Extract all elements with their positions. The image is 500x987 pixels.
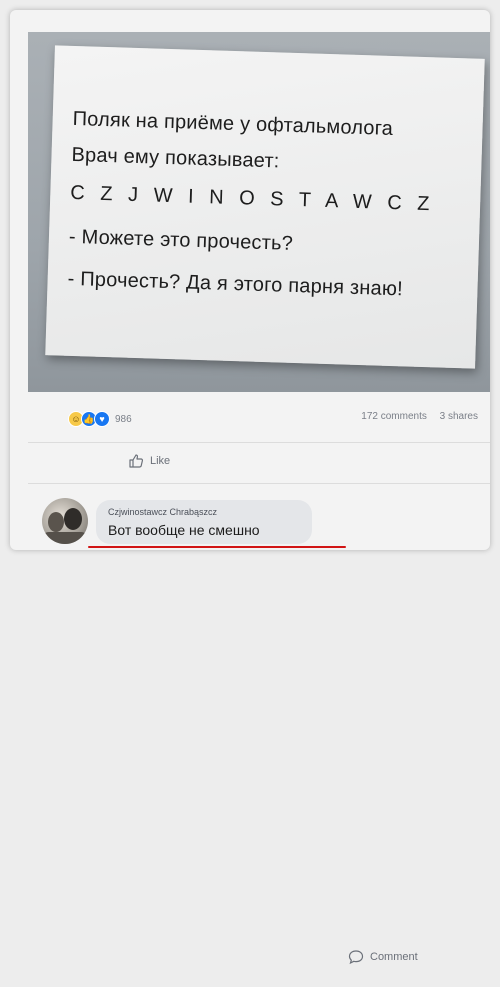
reactions-summary[interactable]: ☺ 👍 ♥ 986 <box>68 411 132 427</box>
like-label: Like <box>150 455 171 467</box>
reaction-count: 986 <box>115 413 132 425</box>
post-photo[interactable]: Поляк на приёме у офтальмолога Врач ему … <box>28 32 490 392</box>
comment-text: Вот вообще не смешно <box>108 522 260 538</box>
thumbs-up-icon <box>129 454 144 468</box>
comment-label: Comment <box>370 951 418 963</box>
paper-note: Поляк на приёме у офтальмолога Врач ему … <box>45 45 485 369</box>
love-icon: ♥ <box>94 411 110 427</box>
note-line-2: Врач ему показывает: <box>71 143 280 173</box>
like-button[interactable]: Like <box>128 453 170 469</box>
comment-button[interactable]: Comment <box>348 927 500 987</box>
avatar[interactable] <box>42 498 88 544</box>
note-line-4: - Можете это прочесть? <box>68 225 294 255</box>
post-stats: ☺ 👍 ♥ 986 172 comments 3 shares <box>28 408 490 432</box>
post-actions: Like Comment <box>28 442 490 965</box>
post-meta: 172 comments 3 shares <box>351 411 478 422</box>
post-card: Поляк на приёме у офтальмолога Врач ему … <box>10 10 490 965</box>
shares-count[interactable]: 3 shares <box>440 411 478 422</box>
note-line-1: Поляк на приёме у офтальмолога <box>72 107 394 140</box>
note-line-5: - Прочесть? Да я этого парня знаю! <box>67 267 404 301</box>
comment-author[interactable]: Czjwinostawcz Chrabąszcz <box>108 507 217 517</box>
red-underline <box>88 546 346 548</box>
comment-bubble: Czjwinostawcz Chrabąszcz Вот вообще не с… <box>96 500 312 544</box>
comments-count[interactable]: 172 comments <box>361 411 427 422</box>
comment-item: Czjwinostawcz Chrabąszcz Вот вообще не с… <box>28 494 490 554</box>
note-line-3: C Z J W I N O S T A W C Z <box>70 181 435 216</box>
comment-icon <box>348 950 364 965</box>
